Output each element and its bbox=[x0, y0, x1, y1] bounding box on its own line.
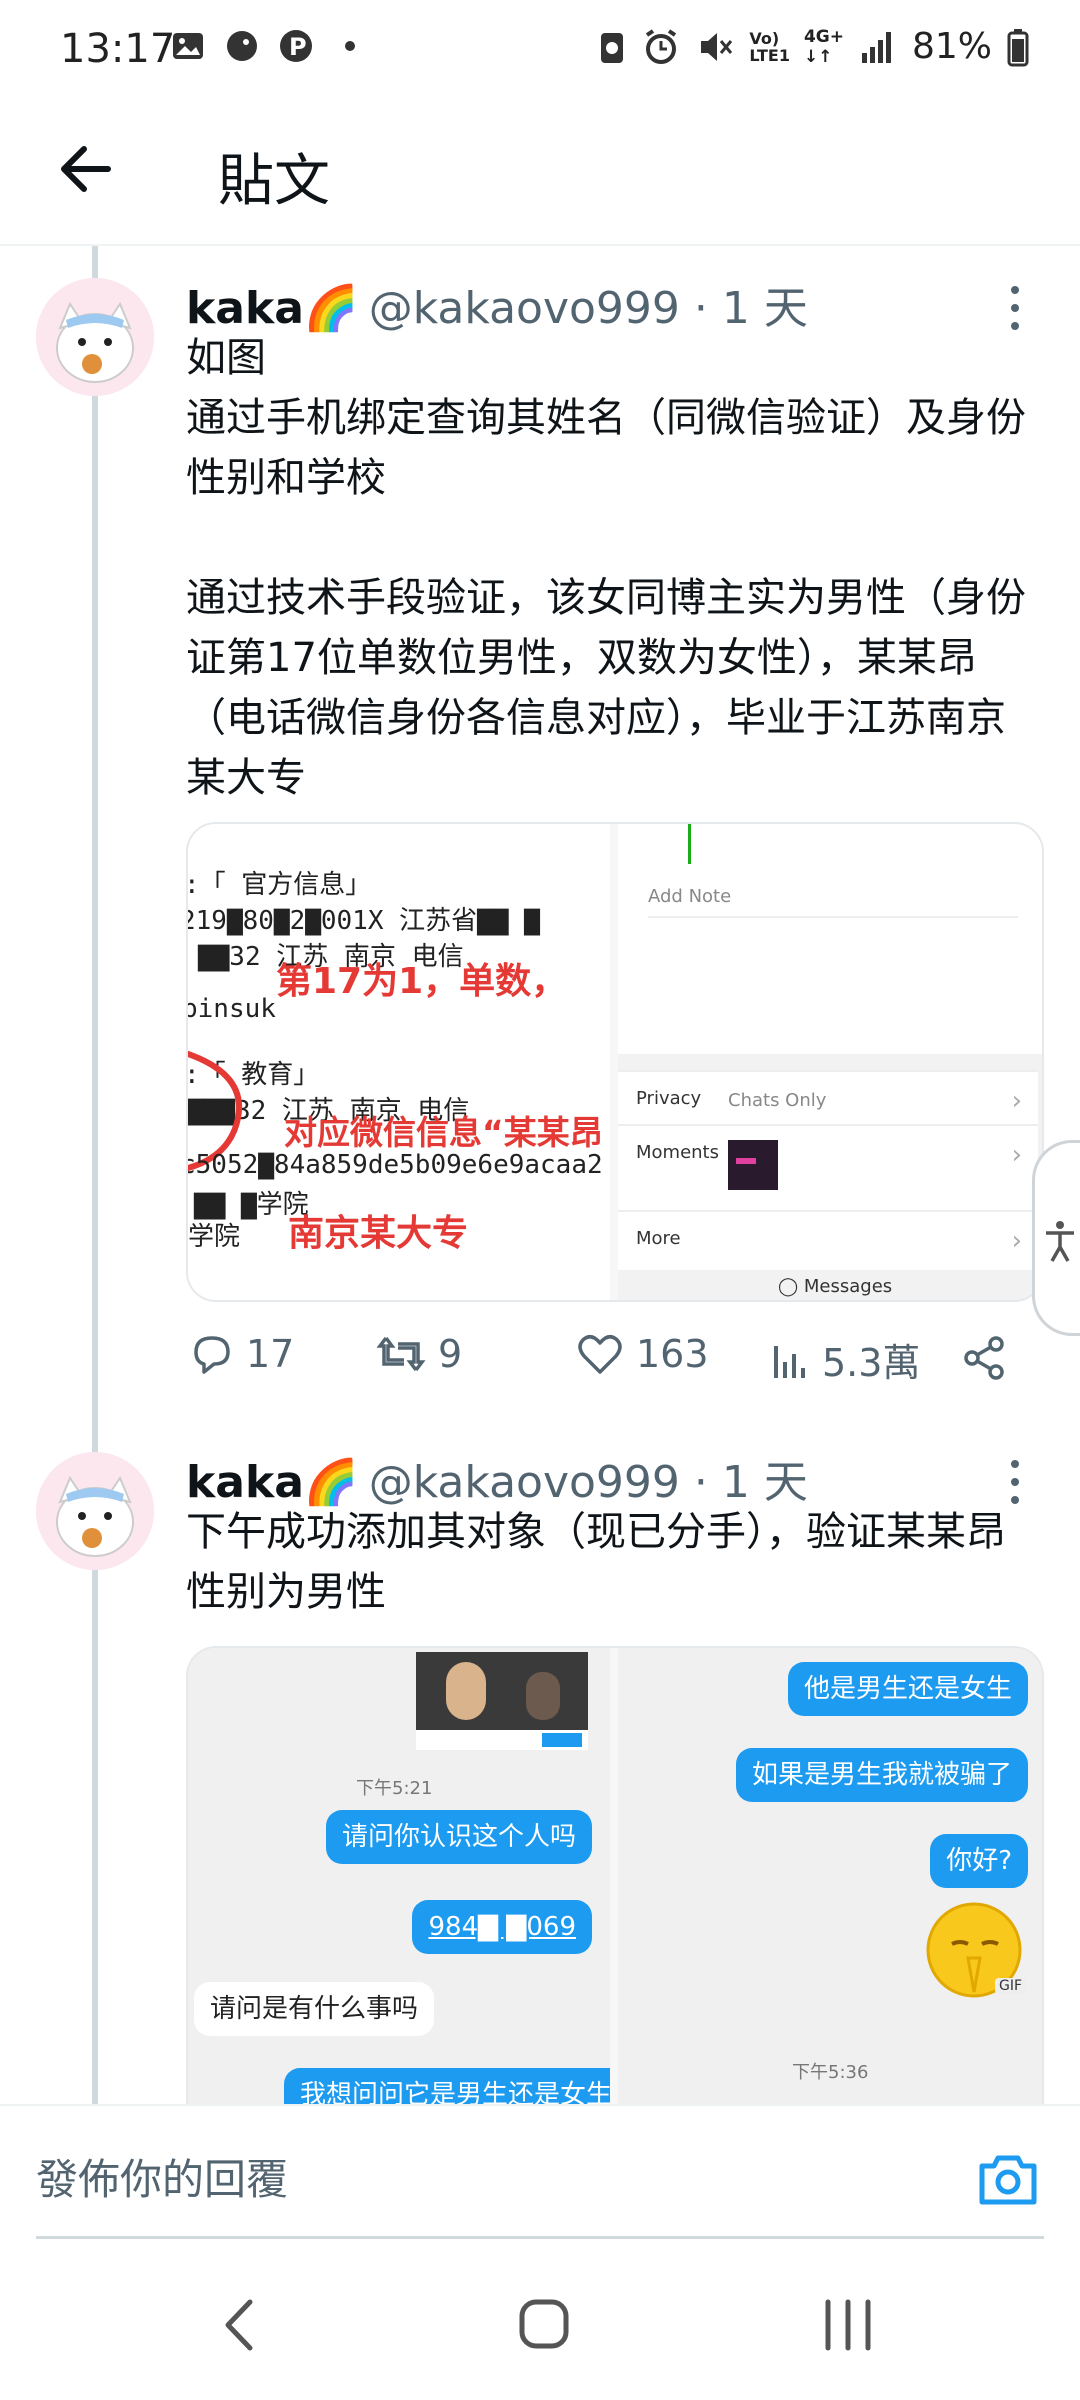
repost-icon bbox=[376, 1336, 426, 1372]
moments-row: Moments › bbox=[618, 1124, 1038, 1224]
reply-input[interactable]: 發佈你的回覆 bbox=[36, 2146, 288, 2207]
more-label: More bbox=[636, 1228, 681, 1249]
media-image-left[interactable]: :「 官方信息」 219▇80▇2▇001X 江苏省▇▇ ▇ ▇▇32 江苏 南… bbox=[188, 824, 610, 1300]
like-count: 163 bbox=[636, 1332, 709, 1376]
status-time: 13:17 bbox=[60, 26, 176, 72]
dot-icon bbox=[345, 41, 355, 51]
like-button[interactable]: 163 bbox=[576, 1332, 709, 1376]
chat-bubble: 他是男生还是女生 bbox=[787, 1662, 1028, 1716]
views-count: 5.3萬 bbox=[822, 1341, 921, 1385]
media-image-right[interactable]: 他是男生还是女生 如果是男生我就被骗了 你好? GIF 下午5:36 bbox=[618, 1648, 1042, 2106]
repost-button[interactable]: 9 bbox=[376, 1332, 462, 1376]
author-name[interactable]: kaka🌈 bbox=[186, 1457, 359, 1508]
post-actions: 17 9 163 5.3萬 bbox=[186, 1332, 1016, 1402]
avatar-image bbox=[36, 1452, 154, 1570]
chat-timestamp: 下午5:21 bbox=[356, 1778, 433, 1799]
annotation-note: 第17为1，单数， bbox=[276, 961, 568, 1002]
thread-line bbox=[92, 246, 98, 2106]
lte-label: LTE1 bbox=[749, 45, 790, 65]
reply-icon bbox=[194, 1336, 230, 1374]
privacy-value: Chats Only bbox=[728, 1090, 827, 1111]
top-app-bar: 貼文 bbox=[0, 100, 1080, 246]
gif-label: GIF bbox=[994, 1978, 1026, 1994]
avatar[interactable] bbox=[36, 1452, 154, 1570]
media-image-right[interactable]: Add Note Privacy Chats Only › Moments › … bbox=[618, 824, 1042, 1300]
chat-timestamp: 下午5:36 bbox=[792, 2062, 869, 2083]
moments-label: Moments bbox=[636, 1142, 719, 1163]
accessibility-icon bbox=[1046, 1221, 1074, 1262]
post-media[interactable]: :「 官方信息」 219▇80▇2▇001X 江苏省▇▇ ▇ ▇▇32 江苏 南… bbox=[186, 822, 1044, 1302]
network-gen-label: 4G+ bbox=[803, 26, 844, 47]
chat-bubble: 请问是有什么事吗 bbox=[194, 1982, 435, 2036]
reply-underline bbox=[36, 2236, 1044, 2239]
p-app-icon: P bbox=[280, 30, 312, 62]
nav-back-icon[interactable] bbox=[200, 2290, 280, 2360]
messages-label: Messages bbox=[803, 1276, 893, 1297]
privacy-label: Privacy bbox=[636, 1088, 702, 1109]
signal-icon bbox=[861, 31, 891, 63]
chevron-right-icon: › bbox=[1011, 1140, 1022, 1170]
reply-count: 17 bbox=[246, 1332, 295, 1376]
recycle-icon bbox=[601, 32, 624, 63]
shot-line: :「 官方信息」 bbox=[188, 870, 372, 900]
reply-button[interactable]: 17 bbox=[190, 1332, 294, 1376]
gallery-icon bbox=[173, 33, 203, 59]
camera-icon[interactable] bbox=[976, 2152, 1040, 2208]
chevron-right-icon: › bbox=[1011, 1226, 1022, 1256]
system-nav-bar bbox=[0, 2250, 1080, 2400]
back-arrow-icon[interactable] bbox=[52, 134, 122, 204]
shot-line: 219▇80▇2▇001X 江苏省▇▇ ▇ bbox=[188, 906, 540, 936]
repost-count: 9 bbox=[438, 1332, 463, 1376]
chat-bubble: 我想问问它是男生还是女生 bbox=[284, 2068, 610, 2106]
nav-home-icon[interactable] bbox=[504, 2290, 584, 2360]
post-media[interactable]: 下午5:21 请问你认识这个人吗 984▇ ▇069 请问是有什么事吗 我想问问… bbox=[186, 1646, 1044, 2106]
video-thumbnail bbox=[416, 1652, 588, 1750]
bird-app-icon bbox=[227, 31, 257, 61]
status-system-icons: Vo) LTE1 4G+ ↓↑ 81% bbox=[597, 26, 1030, 67]
status-notification-icons: P bbox=[170, 28, 368, 64]
shot-line: c5052▇84a859de5b09e6e9acaa2 bbox=[188, 1150, 603, 1180]
shot-line: 学院 bbox=[188, 1222, 241, 1252]
volte-label: Vo) bbox=[749, 28, 780, 48]
chat-bubble: 请问你认识这个人吗 bbox=[325, 1810, 592, 1864]
more-row: More › bbox=[618, 1210, 1038, 1270]
views-chart-icon bbox=[774, 1345, 805, 1378]
heart-icon bbox=[578, 1335, 622, 1374]
nav-recents-icon[interactable] bbox=[808, 2290, 888, 2360]
post-text: 如图 通过手机绑定查询其姓名（同微信验证）及身份性别和学校 通过技术手段验证，该… bbox=[186, 335, 1026, 801]
post-header: kaka🌈 @kakaovo999 · 1 天 bbox=[186, 272, 808, 336]
add-note-label: Add Note bbox=[648, 886, 732, 907]
post-header: kaka🌈 @kakaovo999 · 1 天 bbox=[186, 1446, 808, 1510]
share-icon[interactable] bbox=[960, 1334, 1008, 1382]
page-title: 貼文 bbox=[218, 149, 330, 214]
chevron-right-icon: › bbox=[1011, 1086, 1022, 1116]
reply-bar: 發佈你的回覆 bbox=[0, 2104, 1080, 2244]
moments-thumbnail bbox=[728, 1140, 778, 1190]
views-button[interactable]: 5.3萬 bbox=[770, 1332, 920, 1387]
avatar[interactable] bbox=[36, 278, 154, 396]
battery-icon bbox=[1007, 28, 1029, 66]
svg-text:P: P bbox=[289, 33, 307, 61]
alarm-icon bbox=[646, 28, 677, 64]
chat-bubble: 984▇ ▇069 bbox=[412, 1900, 592, 1954]
chat-bubble: 如果是男生我就被骗了 bbox=[735, 1748, 1028, 1802]
author-handle[interactable]: @kakaovo999 · 1 天 bbox=[369, 1457, 808, 1508]
author-name[interactable]: kaka🌈 bbox=[186, 283, 359, 334]
author-handle[interactable]: @kakaovo999 · 1 天 bbox=[369, 283, 808, 334]
shot-line: pinsuk bbox=[188, 994, 276, 1024]
avatar-image bbox=[36, 278, 154, 396]
accessibility-button[interactable] bbox=[1032, 1140, 1080, 1336]
annotation-note: 南京某大专 bbox=[288, 1213, 469, 1254]
status-bar: 13:17 P Vo) LTE1 4G+ ↓↑ 81% bbox=[0, 0, 1080, 100]
chat-bubble: 你好? bbox=[930, 1834, 1028, 1888]
post-text: 下午成功添加其对象（现已分手），验证某某昂性别为男性 bbox=[186, 1509, 1006, 1615]
battery-percent: 81% bbox=[911, 26, 992, 67]
annotation-note: 对应微信信息“某某昂 bbox=[284, 1113, 603, 1152]
mute-icon bbox=[701, 32, 733, 61]
media-image-left[interactable]: 下午5:21 请问你认识这个人吗 984▇ ▇069 请问是有什么事吗 我想问问… bbox=[188, 1648, 610, 2106]
